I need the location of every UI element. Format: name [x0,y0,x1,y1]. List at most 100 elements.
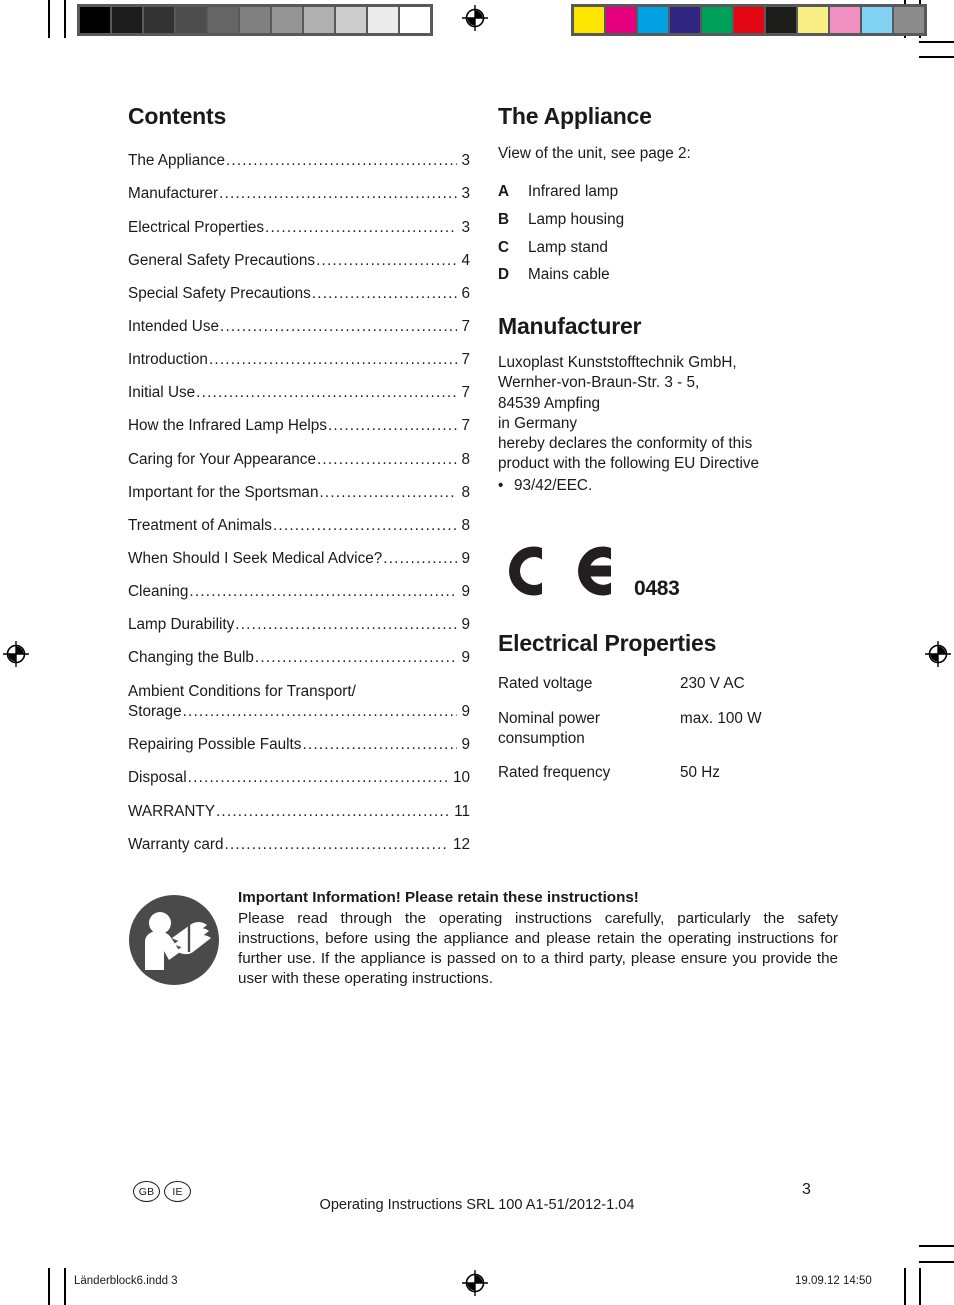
toc-entry-page: 3 [461,152,470,170]
toc-entry[interactable]: Initial Use ............................… [128,383,470,404]
toc-entry-label: The Appliance [128,152,225,170]
calibration-swatch [862,7,892,33]
toc-leader-dots: ........................................… [189,583,457,601]
toc-entry-page: 9 [461,649,470,667]
address-line: Wernher-von-Braun-Str. 3 - 5, [498,374,700,392]
toc-leader-dots: ........................................… [311,284,458,302]
address-line: in Germany [498,414,578,432]
calibration-swatch [798,7,828,33]
toc-entry-page: 9 [461,549,470,567]
color-calibration-bar [571,4,927,36]
calibration-swatch [144,7,174,33]
part-name: Mains cable [528,266,610,284]
toc-entry[interactable]: Ambient Conditions for Transport/Storage… [128,682,470,723]
toc-leader-dots: ........................................… [272,516,458,534]
toc-entry[interactable]: Changing the Bulb ......................… [128,648,470,669]
toc-leader-dots: ........................................… [224,835,449,853]
page-number: 3 [802,1181,811,1198]
toc-entry-page: 3 [461,218,470,236]
toc-leader-dots: ........................................… [265,218,457,236]
toc-leader-dots: ........................................… [319,483,457,501]
toc-entry[interactable]: How the Infrared Lamp Helps ............… [128,416,470,437]
address-line: 84539 Ampfing [498,394,601,412]
toc-entry[interactable]: Electrical Properties ..................… [128,218,470,239]
important-information-box: Important Information! Please retain the… [128,888,838,991]
toc-entry[interactable]: Lamp Durability ........................… [128,615,470,636]
calibration-swatch [368,7,398,33]
toc-entry-label: Changing the Bulb [128,649,254,667]
ce-mark-block: 0483 [498,533,843,605]
registration-mark-top-center [462,5,488,31]
crop-mark-left-outer [48,0,50,38]
toc-entry[interactable]: Disposal ...............................… [128,768,470,789]
part-key: B [498,211,510,229]
toc-entry[interactable]: Treatment of Animals ...................… [128,516,470,537]
calibration-swatch [176,7,206,33]
print-slug-filename: Länderblock6.indd 3 [74,1275,178,1287]
important-information-heading: Important Information! Please retain the… [238,889,639,906]
address-line: Luxoplast Kunststofftechnik GmbH, [498,354,737,372]
calibration-swatch [638,7,668,33]
toc-entry-page: 9 [461,583,470,601]
toc-entry-label: How the Infrared Lamp Helps [128,417,327,435]
toc-leader-dots: ........................................… [219,185,458,203]
toc-entry[interactable]: Warranty card...........................… [128,835,470,856]
calibration-swatch [894,7,924,33]
print-slug-timestamp: 19.09.12 14:50 [795,1275,872,1287]
toc-leader-dots: ........................................… [383,549,458,567]
electrical-title: Electrical Properties [498,630,717,657]
toc-entry[interactable]: Important for the Sportsman ............… [128,483,470,504]
toc-entry-label: Disposal [128,769,187,787]
toc-entry-label: Initial Use [128,384,196,402]
toc-entry[interactable]: Intended Use ...........................… [128,317,470,338]
toc-entry-label: Special Safety Precautions [128,284,311,302]
address-line: hereby declares the conformity of this [498,435,753,453]
calibration-swatch [830,7,860,33]
toc-entry[interactable]: When Should I Seek Medical Advice? .....… [128,549,470,570]
crop-mark-bottom-right-outer [919,1245,954,1247]
property-key: Rated frequency [498,763,611,781]
directive-value: 93/42/EEC. [514,477,593,495]
part-name: Infrared lamp [528,183,619,201]
toc-entry[interactable]: Repairing Possible Faults ..............… [128,735,470,756]
toc-entry-page: 7 [461,384,470,402]
ce-notified-body-number: 0483 [634,577,680,601]
toc-entry[interactable]: Manufacturer ...........................… [128,184,470,205]
right-column: The Appliance View of the unit, see page… [498,103,843,797]
toc-entry-label: Intended Use [128,318,219,335]
toc-entry-label: Manufacturer [128,185,219,203]
electrical-property-row: Rated voltage 230 V AC [498,674,843,708]
appliance-intro: View of the unit, see page 2: [498,145,691,163]
toc-entry-page: 7 [461,351,470,369]
appliance-part-item: C Lamp stand [498,238,843,259]
bullet-icon: • [498,477,504,495]
property-value: 230 V AC [680,675,745,693]
toc-entry[interactable]: The Appliance ..........................… [128,151,470,172]
toc-entry-label: Electrical Properties [128,218,265,236]
toc-entry[interactable]: Caring for Your Appearance .............… [128,450,470,471]
directive-line: • 93/42/EEC. [498,476,843,497]
toc-leader-dots: ........................................… [187,769,449,787]
toc-entry[interactable]: WARRANTY ...............................… [128,802,470,823]
appliance-part-item: D Mains cable [498,265,843,286]
toc-entry[interactable]: Introduction............................… [128,350,470,371]
toc-entry-label: Lamp Durability [128,616,235,634]
toc-leader-dots: ........................................… [182,703,458,721]
toc-entry-label: General Safety Precautions [128,251,316,269]
calibration-swatch [112,7,142,33]
toc-entry-label: When Should I Seek Medical Advice? [128,549,383,567]
toc-leader-dots: ........................................… [316,450,458,468]
toc-entry-page: 9 [461,616,470,634]
toc-entry[interactable]: General Safety Precautions .............… [128,251,470,272]
part-key: C [498,238,510,256]
read-instructions-icon [129,895,219,985]
calibration-swatch [574,7,604,33]
calibration-swatch [80,7,110,33]
toc-entry-label: Caring for Your Appearance [128,450,316,468]
manufacturer-title: Manufacturer [498,312,642,339]
toc-entry-page: 8 [461,516,470,534]
toc-entry[interactable]: Special Safety Precautions .............… [128,284,470,305]
toc-entry-label: WARRANTY [128,802,215,820]
toc-entry[interactable]: Cleaning ...............................… [128,582,470,603]
crop-mark-top-right-inner [919,56,954,58]
